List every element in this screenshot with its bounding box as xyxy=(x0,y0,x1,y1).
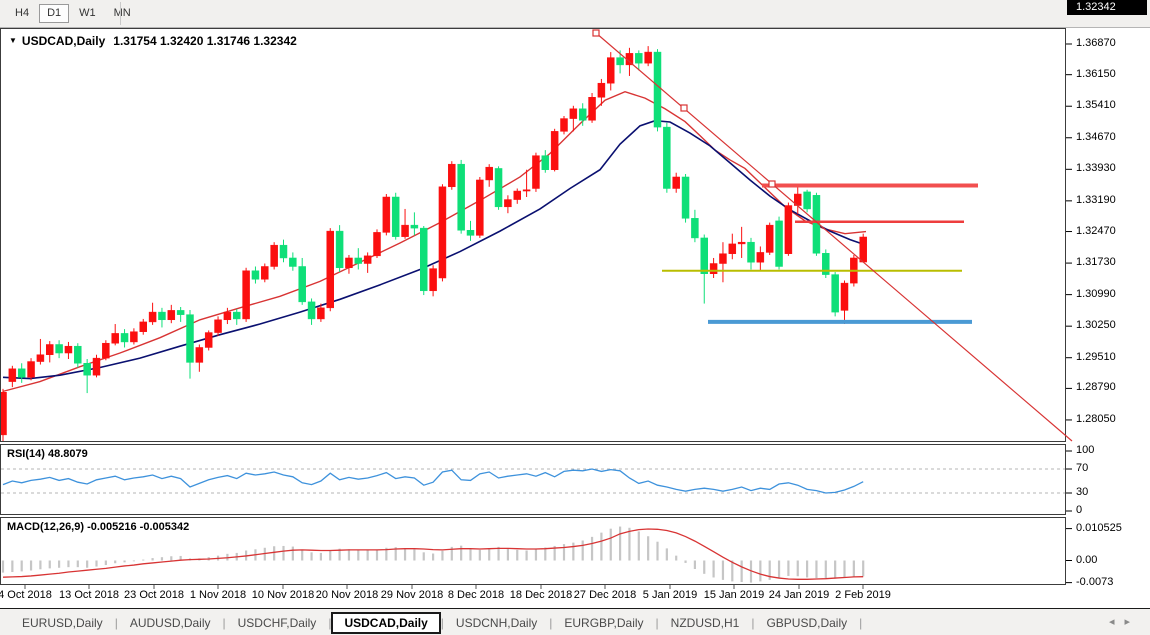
date-axis-label: 20 Nov 2018 xyxy=(316,589,378,601)
price-axis-label: 1.34670 xyxy=(1076,131,1116,143)
tab-nzdusd[interactable]: NZDUSD,H1 xyxy=(659,613,752,633)
date-axis-label: 8 Dec 2018 xyxy=(448,589,504,601)
macd-axis-label: 0.010525 xyxy=(1076,522,1122,534)
toolbar-separator xyxy=(120,2,121,25)
symbol-name: USDCAD,Daily xyxy=(22,34,105,48)
tab-usdchf[interactable]: USDCHF,Daily xyxy=(226,613,329,633)
chart-title: ▼ USDCAD,Daily 1.31754 1.32420 1.31746 1.3… xyxy=(9,34,297,48)
macd-axis-label: 0.00 xyxy=(1076,554,1097,566)
tab-scroll-left-icon[interactable]: ◂ xyxy=(1109,616,1125,628)
timeframe-button-h4[interactable]: H4 xyxy=(7,4,37,23)
rsi-axis-label: 70 xyxy=(1076,462,1088,474)
date-axis-label: 27 Dec 2018 xyxy=(574,589,636,601)
price-axis-label: 1.29510 xyxy=(1076,351,1116,363)
symbol-tabs: EURUSD,Daily|AUDUSD,Daily|USDCHF,Daily|U… xyxy=(10,611,862,634)
date-axis-label: 10 Nov 2018 xyxy=(252,589,314,601)
tab-eurgbp[interactable]: EURGBP,Daily xyxy=(552,613,655,633)
price-axis-label: 1.33190 xyxy=(1076,194,1116,206)
macd-axis-label: -0.0073 xyxy=(1076,576,1113,588)
date-axis-label: 29 Nov 2018 xyxy=(381,589,443,601)
price-axis-label: 1.28050 xyxy=(1076,413,1116,425)
date-axis-label: 18 Dec 2018 xyxy=(510,589,572,601)
date-axis-label: 13 Oct 2018 xyxy=(59,589,119,601)
date-axis-label: 5 Jan 2019 xyxy=(643,589,697,601)
date-axis-label: 23 Oct 2018 xyxy=(124,589,184,601)
tab-scroll-right-icon[interactable]: ▸ xyxy=(1124,616,1140,628)
date-axis-label: 4 Oct 2018 xyxy=(0,589,52,601)
main-chart-panel[interactable] xyxy=(0,28,1066,442)
price-axis-label: 1.36870 xyxy=(1076,37,1116,49)
price-axis-label: 1.36150 xyxy=(1076,68,1116,80)
ohlc-values: 1.31754 1.32420 1.31746 1.32342 xyxy=(113,34,297,48)
rsi-indicator-label: RSI(14) 48.8079 xyxy=(7,448,88,460)
date-axis-label: 15 Jan 2019 xyxy=(704,589,765,601)
rsi-axis-label: 0 xyxy=(1076,504,1082,516)
price-axis-label: 1.35410 xyxy=(1076,99,1116,111)
tab-scroll-arrows: ◂▸ xyxy=(1109,615,1140,628)
tab-usdcad[interactable]: USDCAD,Daily xyxy=(331,612,440,634)
rsi-axis-label: 30 xyxy=(1076,486,1088,498)
macd-indicator-label: MACD(12,26,9) -0.005216 -0.005342 xyxy=(7,521,189,533)
timeframe-button-d1[interactable]: D1 xyxy=(39,4,69,23)
timeframe-toolbar: H4D1W1MN xyxy=(0,0,1150,28)
rsi-axis-label: 100 xyxy=(1076,444,1094,456)
timeframe-button-mn[interactable]: MN xyxy=(106,4,139,23)
symbol-dropdown-icon: ▼ xyxy=(9,36,17,45)
price-axis-label: 1.28790 xyxy=(1076,381,1116,393)
tab-gbpusd[interactable]: GBPUSD,Daily xyxy=(754,613,859,633)
price-axis-label: 1.30250 xyxy=(1076,319,1116,331)
timeframe-button-w1[interactable]: W1 xyxy=(71,4,104,23)
date-axis-label: 2 Feb 2019 xyxy=(835,589,891,601)
price-axis-label: 1.31730 xyxy=(1076,256,1116,268)
symbol-tab-bar: EURUSD,Daily|AUDUSD,Daily|USDCHF,Daily|U… xyxy=(0,608,1150,635)
rsi-panel[interactable] xyxy=(0,444,1066,515)
tab-usdcnh[interactable]: USDCNH,Daily xyxy=(444,613,549,633)
date-axis-label: 1 Nov 2018 xyxy=(190,589,246,601)
tab-eurusd[interactable]: EURUSD,Daily xyxy=(10,613,115,633)
tab-audusd[interactable]: AUDUSD,Daily xyxy=(118,613,223,633)
date-axis-label: 24 Jan 2019 xyxy=(769,589,830,601)
current-price-badge: 1.32342 xyxy=(1067,0,1147,15)
price-axis-label: 1.33930 xyxy=(1076,162,1116,174)
tab-separator: | xyxy=(859,616,862,630)
price-axis-label: 1.30990 xyxy=(1076,288,1116,300)
price-axis-label: 1.32470 xyxy=(1076,225,1116,237)
